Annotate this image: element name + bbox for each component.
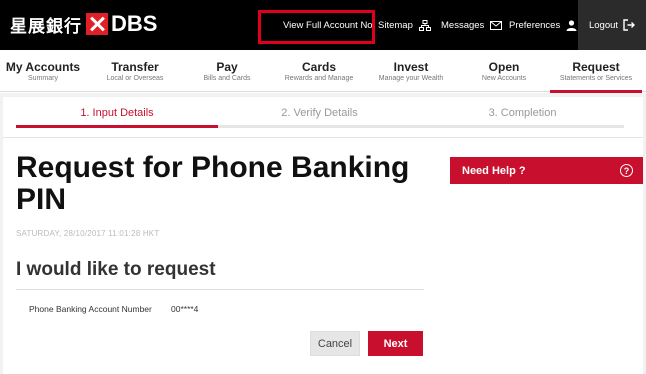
main-nav: My Accounts Summary Transfer Local or Ov…: [0, 50, 646, 93]
nav-sublabel: Manage your Wealth: [378, 75, 444, 82]
nav-sublabel: Bills and Cards: [203, 75, 251, 82]
nav-sublabel: Statements or Services: [559, 75, 633, 82]
sitemap-icon: [418, 19, 431, 31]
nav-item-pay[interactable]: Pay Bills and Cards: [184, 50, 270, 92]
account-number-label: Phone Banking Account Number: [29, 304, 152, 314]
step-label: 2. Verify Details: [281, 107, 358, 119]
dbs-logo[interactable]: 星展銀行 DBS: [10, 10, 157, 38]
step-progress-line: [16, 125, 218, 128]
sitemap-link[interactable]: Sitemap: [378, 14, 431, 36]
nav-label: Pay: [216, 60, 238, 74]
nav-item-invest[interactable]: Invest Manage your Wealth: [368, 50, 454, 92]
need-help-label: Need Help ?: [462, 164, 526, 177]
step-progress-line: [218, 125, 421, 128]
nav-label: Open: [488, 60, 520, 74]
cancel-button[interactable]: Cancel: [310, 331, 360, 356]
envelope-icon: [490, 20, 503, 30]
logout-button[interactable]: Logout: [578, 0, 646, 50]
messages-link[interactable]: Messages: [441, 14, 503, 36]
nav-label: Request: [572, 60, 620, 74]
account-number-value: 00****4: [171, 304, 199, 314]
page-title: Request for Phone Banking PIN: [16, 151, 410, 216]
step-completion: 3. Completion: [421, 104, 624, 128]
section-subtitle: I would like to request: [16, 259, 216, 280]
nav-item-my-accounts[interactable]: My Accounts Summary: [0, 50, 86, 92]
timestamp: SATURDAY, 28/10/2017 11:01:28 HKT: [16, 229, 160, 238]
nav-sublabel: Rewards and Manage: [284, 75, 354, 82]
divider: [16, 289, 424, 290]
step-progress-line: [421, 125, 624, 128]
highlight-box: [258, 10, 375, 44]
nav-item-open[interactable]: Open New Accounts: [461, 50, 547, 92]
nav-item-request[interactable]: Request Statements or Services: [550, 50, 642, 93]
dbs-x-icon: [86, 13, 108, 35]
nav-sublabel: New Accounts: [481, 75, 527, 82]
step-input-details: 1. Input Details: [16, 104, 218, 128]
divider: [3, 137, 643, 138]
next-button[interactable]: Next: [368, 331, 423, 356]
logo-brand-text: DBS: [111, 11, 158, 36]
nav-label: Cards: [301, 60, 336, 74]
nav-item-transfer[interactable]: Transfer Local or Overseas: [92, 50, 178, 92]
preferences-label: Preferences: [509, 19, 561, 31]
preferences-link[interactable]: Preferences: [509, 14, 577, 36]
logout-label: Logout: [588, 19, 619, 31]
logo-chinese-text: 星展銀行: [10, 16, 82, 37]
logout-icon: [623, 19, 636, 31]
nav-sublabel: Local or Overseas: [106, 75, 164, 82]
nav-label: My Accounts: [5, 60, 81, 74]
progress-steps: 1. Input Details 2. Verify Details 3. Co…: [16, 104, 624, 128]
step-label: 1. Input Details: [80, 107, 154, 119]
step-label: 3. Completion: [488, 107, 557, 119]
nav-label: Transfer: [111, 60, 159, 74]
user-icon: [566, 19, 577, 31]
need-help-button[interactable]: Need Help ? ?: [450, 157, 643, 184]
nav-label: Invest: [393, 60, 429, 74]
step-verify-details: 2. Verify Details: [218, 104, 421, 128]
question-circle-icon: ?: [620, 164, 633, 177]
sitemap-label: Sitemap: [378, 19, 413, 31]
messages-label: Messages: [441, 19, 485, 31]
nav-sublabel: Summary: [28, 75, 58, 82]
nav-item-cards[interactable]: Cards Rewards and Manage: [276, 50, 362, 92]
